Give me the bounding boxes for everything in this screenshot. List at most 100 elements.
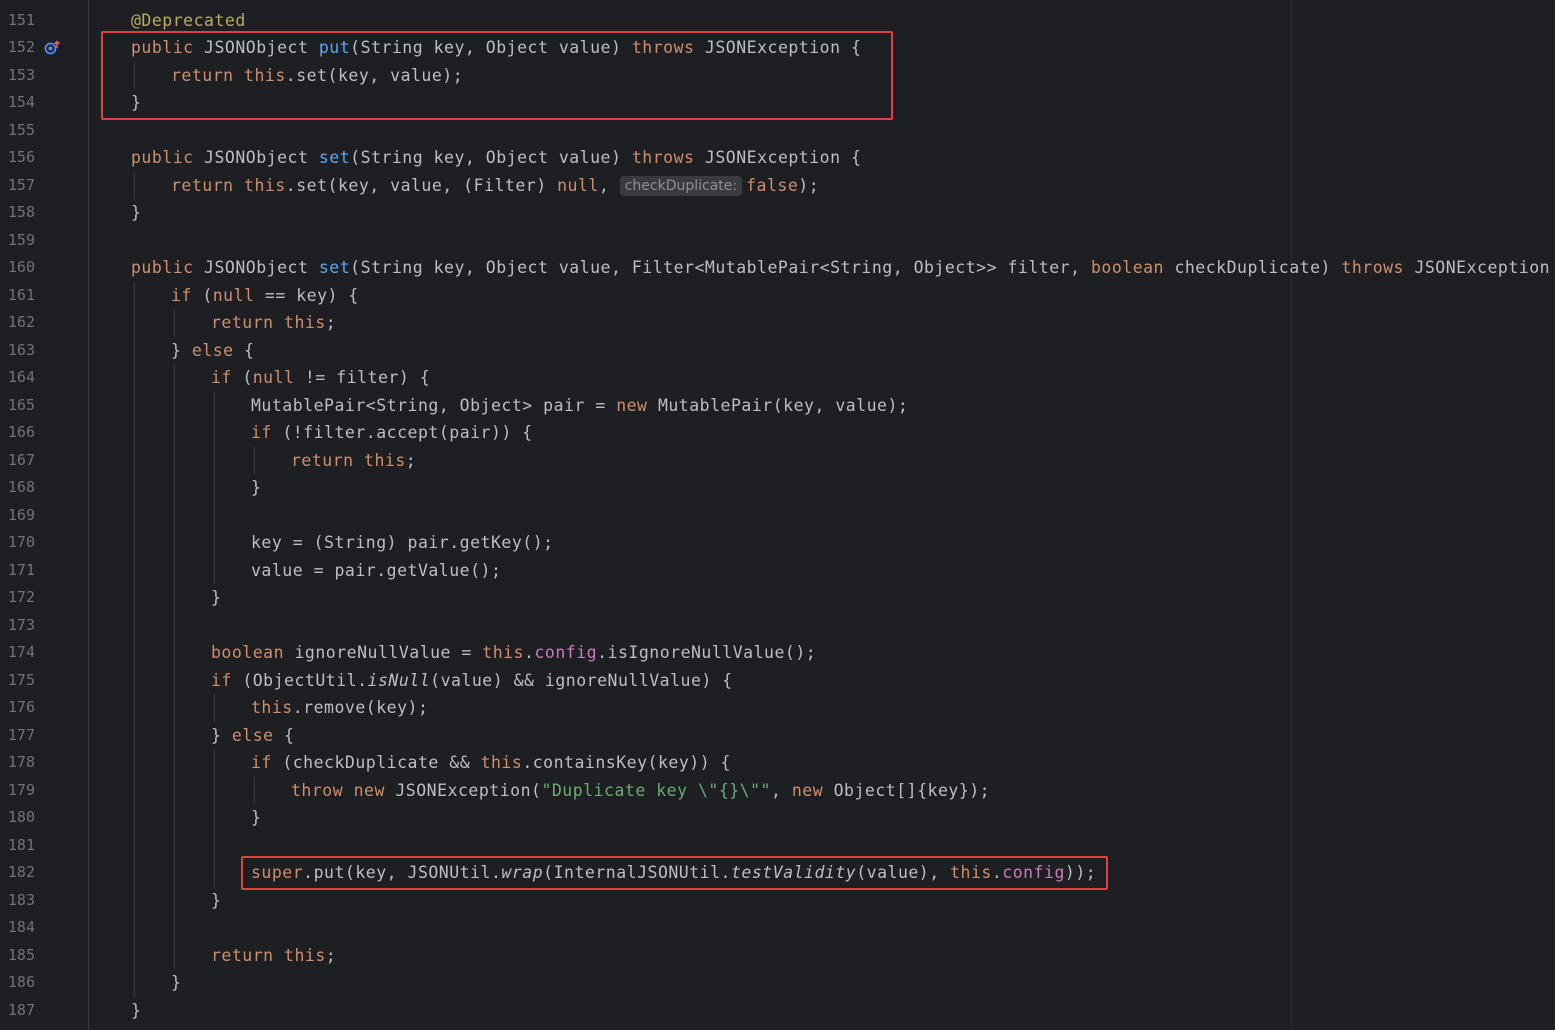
- line-number[interactable]: 175: [0, 667, 35, 695]
- line-number[interactable]: 154: [0, 89, 35, 117]
- line-number[interactable]: 152: [0, 34, 35, 62]
- line-number[interactable]: 183: [0, 887, 35, 915]
- code-line-176[interactable]: 176 this.remove(key);: [0, 694, 1555, 722]
- code-line-172[interactable]: 172}: [0, 584, 1555, 612]
- code-line-171[interactable]: 171 value = pair.getValue();: [0, 557, 1555, 585]
- code-line-185[interactable]: 185 return this;: [0, 942, 1555, 970]
- line-number[interactable]: 155: [0, 117, 35, 145]
- code-text[interactable]: if (!filter.accept(pair)) {: [251, 419, 533, 447]
- code-text[interactable]: }: [251, 804, 261, 832]
- code-line-181[interactable]: 181: [0, 832, 1555, 860]
- code-text[interactable]: this.remove(key);: [251, 694, 428, 722]
- line-number[interactable]: 181: [0, 832, 35, 860]
- code-editor[interactable]: 151 @Deprecated 152 public JSONObject put(S…: [0, 0, 1555, 1030]
- code-text[interactable]: key = (String) pair.getKey();: [251, 529, 554, 557]
- code-line-167[interactable]: 167 return this;: [0, 447, 1555, 475]
- code-text[interactable]: if (null == key) {: [171, 282, 359, 310]
- code-token: }: [211, 588, 222, 607]
- line-number[interactable]: 169: [0, 502, 35, 530]
- code-line-158[interactable]: 158}: [0, 199, 1555, 227]
- code-text[interactable]: public JSONObject set(String key, Object…: [131, 254, 1555, 282]
- line-number[interactable]: 171: [0, 557, 35, 585]
- line-number[interactable]: 166: [0, 419, 35, 447]
- line-number[interactable]: 187: [0, 997, 35, 1025]
- line-number[interactable]: 161: [0, 282, 35, 310]
- line-number[interactable]: 170: [0, 529, 35, 557]
- line-number[interactable]: 167: [0, 447, 35, 475]
- code-line-159[interactable]: 159: [0, 227, 1555, 255]
- code-line-156[interactable]: 156 public JSONObject set(String key, Obj…: [0, 144, 1555, 172]
- code-text[interactable]: MutablePair<String, Object> pair = new M…: [251, 392, 908, 420]
- line-number[interactable]: 173: [0, 612, 35, 640]
- code-line-187[interactable]: 187}: [0, 997, 1555, 1025]
- code-text[interactable]: return this;: [211, 309, 336, 337]
- code-line-164[interactable]: 164 if (null != filter) {: [0, 364, 1555, 392]
- code-line-173[interactable]: 173: [0, 612, 1555, 640]
- code-line-165[interactable]: 165 MutablePair<String, Object> pair = ne…: [0, 392, 1555, 420]
- code-line-180[interactable]: 180}: [0, 804, 1555, 832]
- code-text[interactable]: return this.set(key, value, (Filter) nul…: [171, 172, 819, 200]
- code-text[interactable]: }: [131, 199, 141, 227]
- line-number[interactable]: 184: [0, 914, 35, 942]
- code-line-183[interactable]: 183}: [0, 887, 1555, 915]
- code-line-163[interactable]: 163 } else {: [0, 337, 1555, 365]
- code-text[interactable]: public JSONObject set(String key, Object…: [131, 144, 861, 172]
- code-text[interactable]: throw new JSONException("Duplicate key \…: [291, 777, 990, 805]
- code-line-184[interactable]: 184: [0, 914, 1555, 942]
- line-number[interactable]: 160: [0, 254, 35, 282]
- code-line-161[interactable]: 161 if (null == key) {: [0, 282, 1555, 310]
- code-line-162[interactable]: 162 return this;: [0, 309, 1555, 337]
- code-text[interactable]: }: [211, 887, 221, 915]
- code-line-157[interactable]: 157 return this.set(key, value, (Filter) …: [0, 172, 1555, 200]
- line-number[interactable]: 174: [0, 639, 35, 667]
- line-number[interactable]: 165: [0, 392, 35, 420]
- code-text[interactable]: if (checkDuplicate && this.containsKey(k…: [251, 749, 731, 777]
- code-text[interactable]: @Deprecated: [131, 7, 246, 35]
- line-number[interactable]: 178: [0, 749, 35, 777]
- code-line-160[interactable]: 160 public JSONObject set(String key, Obj…: [0, 254, 1555, 282]
- code-text[interactable]: }: [171, 969, 181, 997]
- code-text[interactable]: }: [251, 474, 261, 502]
- line-number[interactable]: 163: [0, 337, 35, 365]
- code-line-168[interactable]: 168}: [0, 474, 1555, 502]
- code-text[interactable]: }: [131, 997, 141, 1025]
- line-number[interactable]: 153: [0, 62, 35, 90]
- line-number[interactable]: 180: [0, 804, 35, 832]
- code-text[interactable]: }: [211, 584, 221, 612]
- line-number[interactable]: 176: [0, 694, 35, 722]
- code-line-166[interactable]: 166 if (!filter.accept(pair)) {: [0, 419, 1555, 447]
- line-number[interactable]: 185: [0, 942, 35, 970]
- code-text[interactable]: if (null != filter) {: [211, 364, 430, 392]
- line-number[interactable]: 162: [0, 309, 35, 337]
- code-line-177[interactable]: 177 } else {: [0, 722, 1555, 750]
- code-line-170[interactable]: 170 key = (String) pair.getKey();: [0, 529, 1555, 557]
- code-text[interactable]: } else {: [211, 722, 294, 750]
- code-line-174[interactable]: 174 boolean ignoreNullValue = this.config…: [0, 639, 1555, 667]
- line-number[interactable]: 164: [0, 364, 35, 392]
- code-line-175[interactable]: 175 if (ObjectUtil.isNull(value) && ignor…: [0, 667, 1555, 695]
- line-number[interactable]: 182: [0, 859, 35, 887]
- code-text[interactable]: boolean ignoreNullValue = this.config.is…: [211, 639, 816, 667]
- code-line-151[interactable]: 151 @Deprecated: [0, 7, 1555, 35]
- code-text[interactable]: if (ObjectUtil.isNull(value) && ignoreNu…: [211, 667, 733, 695]
- code-text[interactable]: } else {: [171, 337, 254, 365]
- line-number[interactable]: 179: [0, 777, 35, 805]
- code-line-186[interactable]: 186}: [0, 969, 1555, 997]
- code-text[interactable]: return this;: [211, 942, 336, 970]
- code-text[interactable]: value = pair.getValue();: [251, 557, 501, 585]
- line-number[interactable]: 157: [0, 172, 35, 200]
- line-number[interactable]: 158: [0, 199, 35, 227]
- code-line-169[interactable]: 169: [0, 502, 1555, 530]
- line-number[interactable]: 186: [0, 969, 35, 997]
- line-number[interactable]: 177: [0, 722, 35, 750]
- code-line-178[interactable]: 178 if (checkDuplicate && this.containsKe…: [0, 749, 1555, 777]
- line-number[interactable]: 168: [0, 474, 35, 502]
- line-number[interactable]: 159: [0, 227, 35, 255]
- line-number[interactable]: 156: [0, 144, 35, 172]
- implementing-method-icon[interactable]: [44, 40, 62, 56]
- code-text[interactable]: return this;: [291, 447, 416, 475]
- code-line-179[interactable]: 179 throw new JSONException("Duplicate ke…: [0, 777, 1555, 805]
- code-line-155[interactable]: 155: [0, 117, 1555, 145]
- line-number[interactable]: 151: [0, 7, 35, 35]
- line-number[interactable]: 172: [0, 584, 35, 612]
